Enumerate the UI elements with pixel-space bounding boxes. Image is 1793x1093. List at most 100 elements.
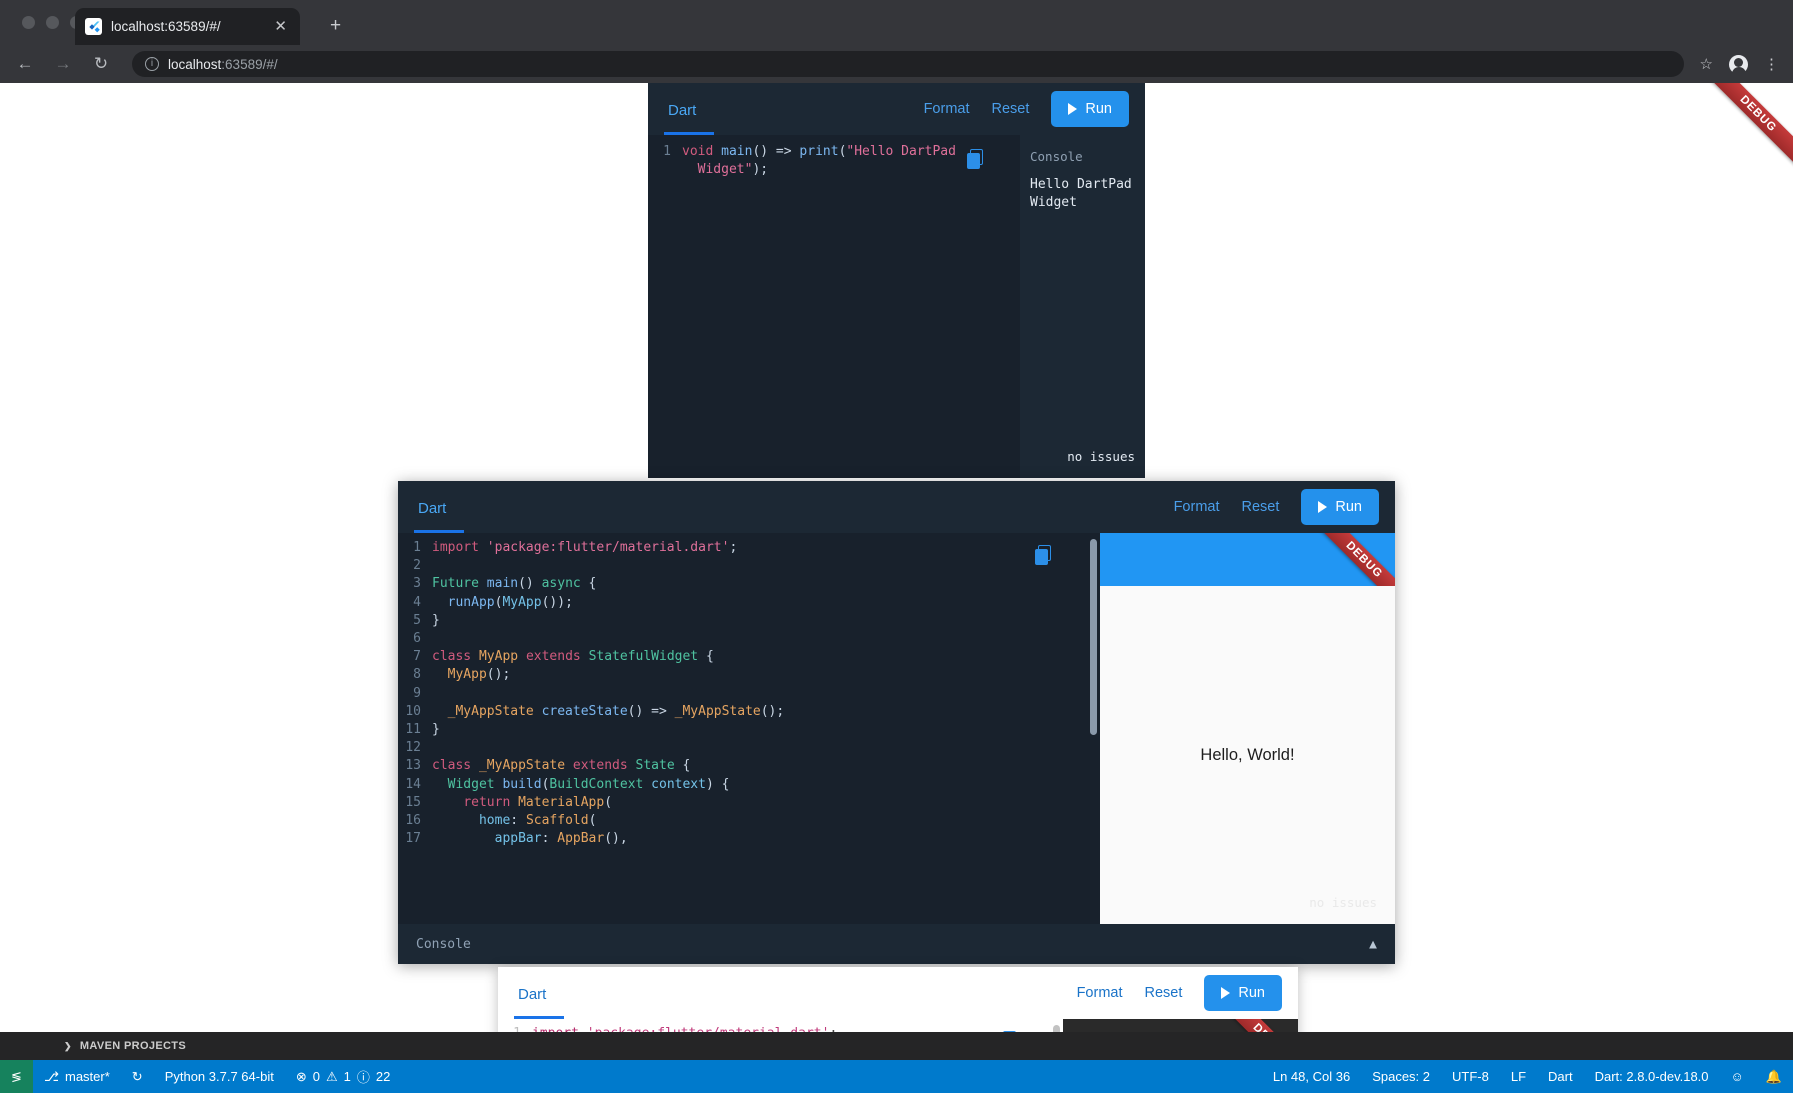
chrome-menu-icon[interactable]: ⋮ <box>1764 55 1779 73</box>
source-control-branch-icon: ⎇ <box>44 1068 59 1084</box>
page-viewport: DEBUG Dart Format Reset Run 1 void main()… <box>0 83 1793 1093</box>
window-minimize-button[interactable] <box>46 16 59 29</box>
branch-name: master* <box>64 1069 110 1084</box>
dartpad-1-body: 1 void main() => print("Hello DartPad Wid… <box>648 135 1145 478</box>
status-dart-sdk[interactable]: Dart: 2.8.0-dev.18.0 <box>1584 1060 1720 1093</box>
code-text: import 'package:flutter/material.dart'; <box>432 540 738 555</box>
address-bar[interactable]: i localhost:63589/#/ <box>132 51 1684 77</box>
line-number: 1 <box>413 540 421 555</box>
flutter-preview-2: DEBUG Hello, World! no issues <box>1100 533 1395 924</box>
line-number: 5 <box>413 612 421 628</box>
status-problems[interactable]: ⊗ 0 ⚠ 1 ⓘ 22 <box>285 1060 402 1093</box>
play-icon <box>1221 987 1231 999</box>
tab-dart-1[interactable]: Dart <box>664 83 700 135</box>
code-text: runApp(MyApp()); <box>447 594 573 610</box>
line-number: 15 <box>405 794 421 810</box>
code-text: } <box>432 722 440 738</box>
code-lines-2: 1 import 'package:flutter/material.dart';… <box>398 539 1100 848</box>
preview-body-2: Hello, World! <box>1100 586 1395 924</box>
status-python-interpreter[interactable]: Python 3.7.7 64-bit <box>154 1060 285 1093</box>
new-tab-button[interactable]: + <box>330 16 341 35</box>
line-number: 2 <box>413 558 421 574</box>
code-line: 10 _MyAppState createState() => _MyAppSt… <box>398 703 1100 721</box>
reset-button-1[interactable]: Reset <box>992 101 1030 117</box>
line-number: 14 <box>405 776 421 792</box>
line-number: 1 <box>663 144 671 159</box>
console-bar-2[interactable]: Console ▲ <box>398 924 1395 964</box>
code-text: } <box>432 612 440 628</box>
line-number: 8 <box>413 667 421 683</box>
code-line: Widget"); <box>648 161 1020 179</box>
console-label-2: Console <box>416 936 471 952</box>
code-text: void main() => print("Hello DartPad <box>682 144 956 159</box>
preview-app-text: Hello, World! <box>1200 745 1295 764</box>
code-editor-1[interactable]: 1 void main() => print("Hello DartPad Wid… <box>648 135 1020 478</box>
window-close-button[interactable] <box>22 16 35 29</box>
play-icon <box>1068 103 1078 115</box>
code-line: 2 <box>398 557 1100 575</box>
editor-scrollbar-2[interactable] <box>1090 539 1097 735</box>
status-sync[interactable]: ↻ <box>121 1060 154 1093</box>
site-info-icon[interactable]: i <box>145 57 159 71</box>
status-encoding[interactable]: UTF-8 <box>1441 1060 1500 1093</box>
forward-icon[interactable]: → <box>52 54 74 74</box>
code-text: Future main() async { <box>432 576 597 592</box>
dartpad-1-header: Dart Format Reset Run <box>648 83 1145 135</box>
code-text: appBar: AppBar(), <box>494 831 628 847</box>
status-cursor-position[interactable]: Ln 48, Col 36 <box>1262 1060 1361 1093</box>
code-line: 11} <box>398 721 1100 739</box>
line-number: 3 <box>413 576 421 592</box>
tab-dart-3[interactable]: Dart <box>514 967 550 1019</box>
issues-label-1: no issues <box>1067 449 1135 464</box>
reset-button-3[interactable]: Reset <box>1145 985 1183 1001</box>
line-number: 11 <box>405 722 421 738</box>
code-text: home: Scaffold( <box>478 813 597 829</box>
code-line: 16 home: Scaffold( <box>398 812 1100 830</box>
bell-notification-icon[interactable]: 🔔 <box>1755 1060 1793 1093</box>
run-button-3[interactable]: Run <box>1204 975 1282 1011</box>
info-count: 22 <box>375 1069 391 1084</box>
feedback-icon[interactable]: ☺ <box>1720 1060 1755 1093</box>
format-button-3[interactable]: Format <box>1077 985 1123 1001</box>
vscode-panel-strip: ❯ MAVEN PROJECTS <box>0 1032 1793 1060</box>
remote-window-icon[interactable]: ≶ <box>0 1060 33 1093</box>
copy-icon-2[interactable] <box>1035 545 1054 567</box>
code-text: Widget"); <box>697 162 769 178</box>
dartpad-widget-1: Dart Format Reset Run 1 void main() => pr… <box>648 83 1145 478</box>
browser-tab-title: localhost:63589/#/ <box>111 19 221 34</box>
status-branch[interactable]: ⎇ master* <box>33 1060 121 1093</box>
code-line: 1 import 'package:flutter/material.dart'; <box>398 539 1100 557</box>
debug-banner: DEBUG <box>1698 83 1793 174</box>
code-text: Widget build(BuildContext context) { <box>447 776 730 792</box>
run-button-2[interactable]: Run <box>1301 489 1379 525</box>
reset-button-2[interactable]: Reset <box>1242 499 1280 515</box>
maven-projects-section[interactable]: ❯ MAVEN PROJECTS <box>64 1040 186 1052</box>
chevron-right-icon[interactable]: ❯ <box>64 1041 72 1052</box>
status-eol[interactable]: LF <box>1500 1060 1537 1093</box>
copy-icon-1[interactable] <box>967 149 986 171</box>
line-number: 4 <box>413 594 421 610</box>
close-icon[interactable]: ✕ <box>271 17 290 36</box>
console-output-1: Hello DartPad Widget <box>1020 164 1145 212</box>
format-button-2[interactable]: Format <box>1174 499 1220 515</box>
status-indentation[interactable]: Spaces: 2 <box>1361 1060 1441 1093</box>
window-controls[interactable] <box>22 16 83 29</box>
run-button-1[interactable]: Run <box>1051 91 1129 127</box>
code-editor-2[interactable]: 1 import 'package:flutter/material.dart';… <box>398 533 1100 924</box>
status-language-mode[interactable]: Dart <box>1537 1060 1584 1093</box>
code-text: return MaterialApp( <box>463 794 613 810</box>
format-button-1[interactable]: Format <box>924 101 970 117</box>
code-text: MyApp(); <box>447 667 511 683</box>
code-line: 17 appBar: AppBar(), <box>398 830 1100 848</box>
bookmark-star-icon[interactable]: ☆ <box>1700 55 1713 73</box>
preview-appbar-2 <box>1100 533 1395 586</box>
back-icon[interactable]: ← <box>14 54 36 74</box>
browser-tab[interactable]: localhost:63589/#/ ✕ <box>75 8 300 45</box>
profile-avatar-icon[interactable] <box>1729 54 1748 76</box>
reload-icon[interactable]: ↻ <box>90 54 112 74</box>
code-line: 1 void main() => print("Hello DartPad <box>648 143 1020 161</box>
tab-dart-2[interactable]: Dart <box>414 481 450 533</box>
maven-projects-label: MAVEN PROJECTS <box>79 1040 187 1052</box>
chevron-up-icon[interactable]: ▲ <box>1369 937 1377 952</box>
code-line: 8 MyApp(); <box>398 666 1100 684</box>
